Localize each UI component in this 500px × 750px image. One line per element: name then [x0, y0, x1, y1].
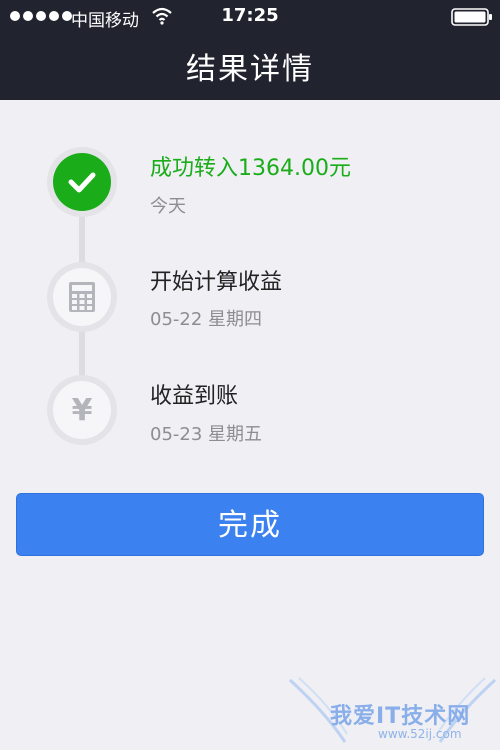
step-3-marker: ¥ [47, 375, 117, 445]
step-1-title: 成功转入1364.00元 [150, 156, 351, 181]
watermark-text: 我爱IT技术网 [330, 704, 471, 729]
progress-timeline: 成功转入1364.00元 今天 开始计算收益 05-22 星期四 ¥ 收益到账 … [0, 100, 500, 480]
step-2-date: 05-22 星期四 [150, 309, 263, 330]
step-3-date: 05-23 星期五 [150, 424, 263, 445]
step-2-marker [47, 262, 117, 332]
step-1-marker [47, 147, 117, 217]
step-1-date: 今天 [150, 196, 186, 217]
done-button[interactable]: 完成 [16, 493, 484, 556]
yen-icon: ¥ [71, 392, 93, 428]
step-3-title: 收益到账 [150, 384, 239, 409]
header: 中国移动 17:25 结果详情 [0, 0, 500, 100]
step-2-title: 开始计算收益 [150, 270, 283, 295]
timeline-connector [79, 210, 85, 266]
battery-icon [451, 8, 492, 26]
page-title: 结果详情 [186, 52, 314, 87]
status-bar: 中国移动 17:25 [0, 0, 500, 34]
status-time: 17:25 [221, 5, 279, 26]
result-screen: 中国移动 17:25 结果详情 成功转入1364.00元 今天 开始计算收益 0… [0, 0, 500, 750]
calculator-icon [69, 282, 95, 312]
check-icon [68, 172, 96, 193]
watermark-url: www.52ij.com [378, 727, 462, 741]
timeline-connector [79, 325, 85, 379]
